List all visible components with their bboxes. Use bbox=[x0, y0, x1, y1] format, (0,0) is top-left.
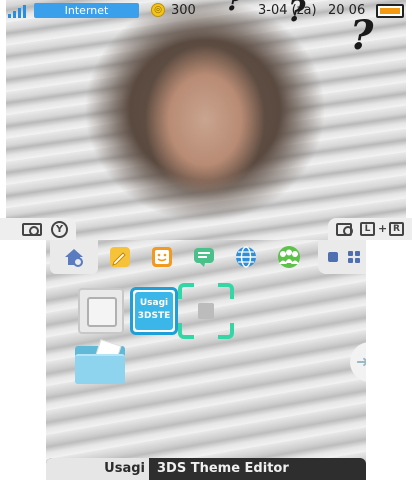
view-toggle[interactable] bbox=[318, 240, 366, 274]
top-left-border bbox=[0, 0, 6, 240]
pencil-icon[interactable] bbox=[108, 245, 132, 269]
empty-app-slot[interactable] bbox=[78, 288, 124, 334]
top-right-border bbox=[406, 0, 412, 240]
empty-slot-marker bbox=[198, 303, 214, 319]
bottom-left-border bbox=[0, 240, 46, 480]
home-settings-tab[interactable] bbox=[50, 240, 98, 274]
grid-view-icon[interactable] bbox=[348, 251, 360, 263]
coin-count: 300 bbox=[171, 3, 196, 18]
l-button-icon: L bbox=[360, 222, 375, 236]
signal-icon bbox=[8, 4, 28, 18]
app-icon-usagi-3dste[interactable]: Usagi 3DSTE bbox=[130, 287, 178, 335]
friends-icon[interactable] bbox=[274, 245, 304, 269]
network-status: Internet bbox=[34, 3, 139, 18]
battery-icon bbox=[376, 4, 404, 18]
home-toolbar bbox=[46, 240, 366, 274]
home-settings-icon bbox=[65, 249, 83, 267]
plus-label: + bbox=[378, 222, 388, 235]
selection-cursor[interactable] bbox=[178, 283, 234, 339]
app-label-line2: 3DSTE bbox=[137, 311, 171, 321]
top-screen: Internet ◎ 300 3-04 (za) 20 06 ? ? ? Y L… bbox=[0, 0, 412, 240]
folder-icon[interactable] bbox=[75, 339, 125, 384]
camera-tab[interactable]: Y bbox=[0, 218, 76, 240]
chat-icon[interactable] bbox=[192, 245, 216, 269]
coin-icon: ◎ bbox=[151, 3, 165, 17]
y-button-icon: Y bbox=[51, 221, 68, 238]
camera-icon bbox=[22, 223, 42, 236]
app-author: Usagi bbox=[46, 458, 149, 480]
question-mark-decoration: ? bbox=[288, 0, 306, 29]
question-mark-decoration: ? bbox=[350, 12, 374, 59]
question-mark-decoration: ? bbox=[226, 0, 243, 17]
smiley-icon[interactable] bbox=[150, 245, 174, 269]
single-view-icon[interactable] bbox=[328, 252, 338, 262]
globe-icon[interactable] bbox=[234, 245, 258, 269]
bottom-screen: Usagi 3DSTE Usagi 3DS Theme Editor bbox=[46, 240, 366, 480]
app-label-line1: Usagi bbox=[139, 298, 169, 308]
top-screen-tabs: Y L + R bbox=[0, 218, 412, 240]
camera-icon bbox=[336, 223, 353, 236]
app-title-bar: Usagi 3DS Theme Editor bbox=[46, 458, 366, 480]
screenshot-tab[interactable]: L + R bbox=[328, 218, 412, 240]
app-icon-face: Usagi 3DSTE bbox=[135, 292, 173, 330]
bottom-right-border bbox=[366, 240, 412, 480]
app-title: 3DS Theme Editor bbox=[157, 461, 289, 476]
r-button-icon: R bbox=[389, 222, 404, 236]
scroll-right-arrow[interactable] bbox=[350, 342, 366, 382]
